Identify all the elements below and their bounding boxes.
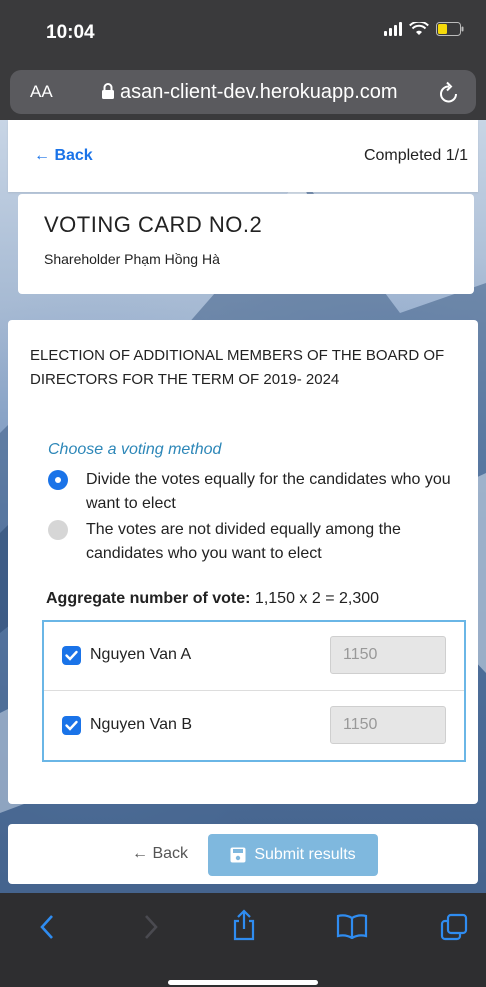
election-card: ELECTION OF ADDITIONAL MEMBERS OF THE BO…: [8, 320, 478, 804]
lock-icon: [102, 83, 114, 99]
candidate-row: Nguyen Van B: [44, 692, 464, 761]
voting-method-option-label: The votes are not divided equally among …: [86, 521, 401, 562]
text-size-button[interactable]: AA: [30, 82, 53, 102]
url-text[interactable]: asan-client-dev.herokuapp.com: [120, 81, 398, 104]
footer-actions: ← Back Submit results: [8, 824, 478, 884]
checkmark-icon: [65, 650, 78, 661]
voting-card-title: VOTING CARD NO.2: [44, 212, 263, 237]
aggregate-label: Aggregate number of vote:: [46, 590, 251, 607]
battery-icon: [436, 22, 464, 36]
browser-toolbar: [0, 893, 486, 987]
address-bar[interactable]: AA asan-client-dev.herokuapp.com: [10, 70, 476, 114]
aggregate-votes: Aggregate number of vote: 1,150 x 2 = 2,…: [46, 590, 379, 608]
footer-back-label: Back: [152, 845, 189, 862]
candidate-name: Nguyen Van A: [90, 646, 192, 663]
status-bar: 10:04: [0, 0, 486, 64]
status-icons: [384, 22, 464, 36]
aggregate-value: 1,150 x 2 = 2,300: [254, 590, 380, 607]
save-icon: [230, 847, 246, 863]
status-time: 10:04: [46, 22, 95, 43]
candidate-name: Nguyen Van B: [90, 716, 192, 733]
tabs-icon[interactable]: [440, 913, 468, 941]
browser-address-area: AA asan-client-dev.herokuapp.com: [0, 64, 486, 120]
submit-results-button[interactable]: Submit results: [208, 834, 378, 876]
back-link[interactable]: ← Back: [34, 147, 93, 165]
candidate-checkbox[interactable]: [62, 716, 81, 735]
arrow-left-icon: ←: [34, 147, 50, 164]
radio-unselected[interactable]: [48, 520, 68, 540]
signal-icon: [384, 22, 402, 36]
candidate-votes-input[interactable]: [330, 706, 446, 744]
chevron-left-icon[interactable]: [38, 913, 56, 941]
completed-count: Completed 1/1: [363, 147, 468, 164]
candidate-list: Nguyen Van A Nguyen Van B: [42, 620, 466, 762]
voting-method-option-label: Divide the votes equally for the candida…: [86, 471, 451, 512]
voting-card-header: VOTING CARD NO.2 Shareholder Phạm Hồng H…: [18, 194, 474, 294]
voting-method-label: Choose a voting method: [48, 441, 222, 458]
election-title: ELECTION OF ADDITIONAL MEMBERS OF THE BO…: [30, 347, 445, 388]
bookmarks-icon[interactable]: [336, 913, 368, 939]
home-indicator: [168, 980, 318, 985]
back-link-label: Back: [54, 147, 93, 164]
wifi-icon: [409, 22, 429, 35]
submit-results-label: Submit results: [254, 846, 356, 863]
footer-back-button[interactable]: ← Back: [132, 845, 188, 863]
shareholder-name: Shareholder Phạm Hồng Hà: [44, 251, 220, 267]
header-bar: ← Back Completed 1/1: [8, 120, 478, 192]
candidate-checkbox[interactable]: [62, 646, 81, 665]
checkmark-icon: [65, 720, 78, 731]
chevron-right-icon[interactable]: [142, 913, 160, 941]
radio-selected[interactable]: [48, 470, 68, 490]
reload-icon[interactable]: [438, 80, 460, 104]
candidate-votes-input[interactable]: [330, 636, 446, 674]
arrow-left-icon: ←: [132, 845, 148, 862]
candidate-row: Nguyen Van A: [44, 622, 464, 691]
share-icon[interactable]: [232, 909, 256, 941]
